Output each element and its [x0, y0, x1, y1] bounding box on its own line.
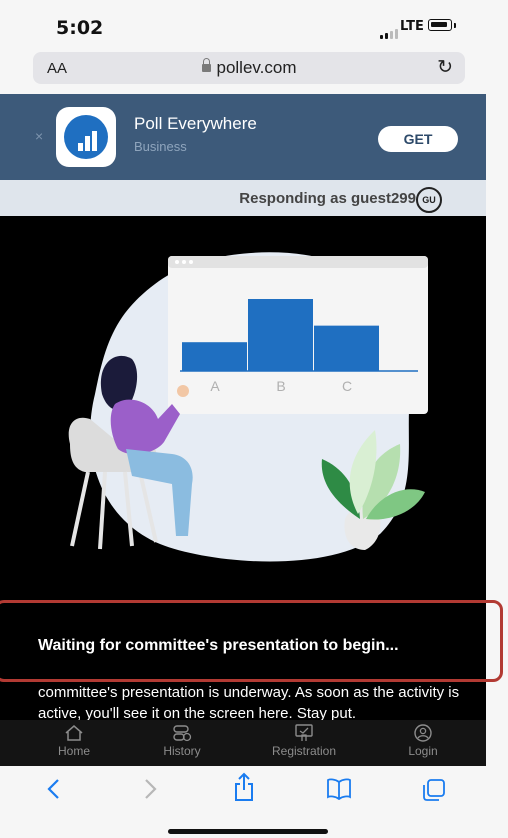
tabs-icon[interactable]	[422, 778, 446, 802]
app-category: Business	[134, 139, 187, 154]
tab-home-label: Home	[57, 744, 90, 758]
app-name: Poll Everywhere	[134, 114, 257, 133]
main-content: A B C Waiting for committee's presentation…	[0, 216, 486, 721]
battery-icon	[428, 19, 452, 31]
reload-icon[interactable]: ↻	[437, 56, 453, 79]
illustration-bar-a	[182, 342, 247, 371]
presentation-illustration: A B C	[68, 252, 428, 562]
url-display[interactable]: pollev.com	[33, 58, 465, 78]
waiting-title: Waiting for committee's presentation to …	[38, 637, 399, 654]
app-tab-bar: Home History Registration Login	[0, 720, 486, 766]
tab-registration[interactable]: Registration	[264, 724, 344, 758]
lock-icon	[201, 58, 211, 72]
get-app-button[interactable]: GET	[378, 126, 458, 152]
illustration-bar-label: C	[342, 378, 352, 394]
home-icon	[65, 725, 83, 741]
status-bar: 5:02 LTE	[0, 0, 508, 48]
address-bar[interactable]: AA pollev.com ↻	[33, 52, 465, 84]
tab-registration-label: Registration	[271, 744, 337, 758]
network-label: LTE	[400, 19, 424, 34]
tab-home[interactable]: Home	[34, 724, 114, 758]
app-banner: × Poll Everywhere Business GET	[0, 94, 486, 180]
home-indicator	[168, 829, 328, 834]
guest-avatar-badge[interactable]: GU	[416, 187, 442, 213]
illustration-bar-b	[248, 299, 313, 371]
tab-history[interactable]: History	[142, 724, 222, 758]
illustration-bar-label: A	[210, 378, 220, 394]
responding-bar: Responding as guest299 GU	[0, 180, 486, 216]
registration-icon	[295, 724, 313, 741]
illustration-bar-c	[314, 325, 379, 371]
signal-icon	[380, 21, 400, 39]
forward-icon[interactable]	[140, 776, 160, 802]
poll-everywhere-app-icon	[56, 107, 116, 167]
bookmarks-icon[interactable]	[326, 778, 352, 800]
illustration-bar-label: B	[276, 378, 285, 394]
url-domain: pollev.com	[216, 58, 297, 77]
close-icon[interactable]: ×	[35, 128, 43, 144]
responding-as-text: Responding as guest299	[239, 190, 416, 207]
share-icon[interactable]	[232, 772, 256, 802]
login-icon	[414, 724, 432, 742]
tab-login[interactable]: Login	[383, 724, 463, 758]
waiting-description: committee's presentation is underway. As…	[38, 684, 460, 721]
tab-history-label: History	[163, 744, 201, 758]
tab-login-label: Login	[408, 744, 438, 758]
back-icon[interactable]	[44, 776, 64, 802]
status-time: 5:02	[56, 17, 104, 39]
safari-toolbar	[0, 766, 508, 838]
battery-tip	[454, 23, 456, 28]
history-icon	[173, 725, 192, 742]
